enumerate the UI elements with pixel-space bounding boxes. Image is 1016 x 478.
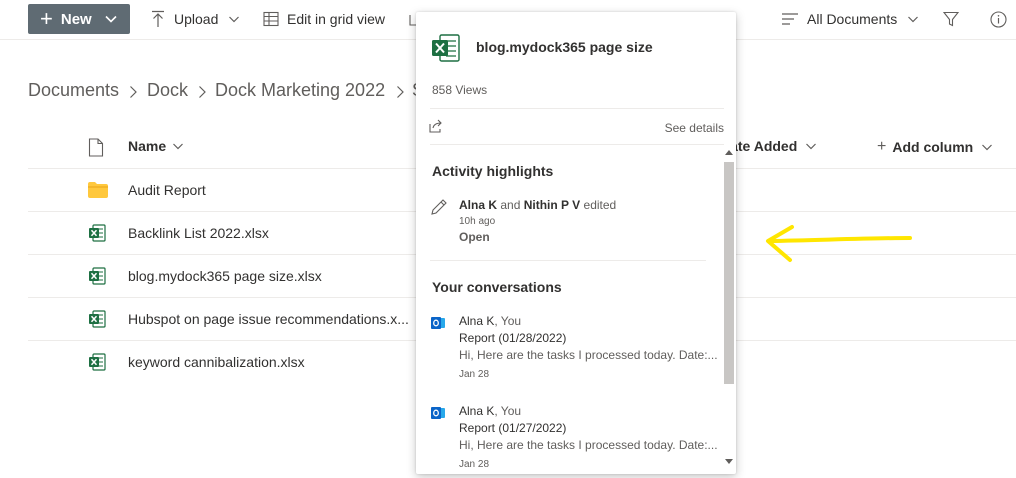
activity-highlights-heading: Activity highlights	[432, 163, 554, 179]
info-button[interactable]	[990, 0, 1015, 38]
add-column-label: Add column	[892, 139, 974, 155]
excel-icon	[89, 310, 106, 328]
conversation-subject: Report (01/27/2022)	[459, 421, 567, 435]
chevron-down-icon	[982, 144, 993, 151]
chevron-down-icon	[229, 16, 240, 23]
chevron-down-icon	[806, 143, 817, 150]
arrow-annotation-icon	[766, 225, 912, 262]
new-button[interactable]: + New	[28, 4, 130, 34]
open-link[interactable]: Open	[459, 230, 490, 244]
see-details-link[interactable]: See details	[665, 121, 724, 135]
activity-action: edited	[583, 198, 617, 212]
folder-icon	[88, 182, 108, 198]
divider	[430, 144, 724, 145]
outlook-icon	[431, 407, 445, 419]
upload-button[interactable]: Upload	[150, 0, 240, 38]
edit-grid-view-button[interactable]: Edit in grid view	[263, 0, 385, 38]
upload-label: Upload	[174, 11, 219, 27]
activity-summary: Alna K and Nithin P V edited	[459, 198, 616, 212]
edit-grid-view-label: Edit in grid view	[287, 11, 386, 27]
row-name[interactable]: Hubspot on page issue recommendations.x.…	[128, 311, 409, 327]
divider	[430, 108, 724, 109]
participant-rest: , You	[494, 314, 522, 328]
scrollbar[interactable]	[722, 146, 734, 468]
row-name[interactable]: blog.mydock365 page size.xlsx	[128, 268, 322, 284]
view-selector-label: All Documents	[807, 11, 898, 27]
divider	[430, 260, 706, 261]
row-name[interactable]: keyword cannibalization.xlsx	[128, 354, 305, 370]
chevron-right-icon	[397, 86, 404, 98]
row-name[interactable]: Backlink List 2022.xlsx	[128, 225, 269, 241]
participant-rest: , You	[494, 404, 522, 418]
conversation-preview: Hi, Here are the tasks I processed today…	[459, 438, 718, 452]
file-hover-card: blog.mydock365 page size 858 Views See d…	[416, 12, 736, 474]
filter-button[interactable]	[943, 0, 967, 38]
views-count: 858 Views	[432, 83, 488, 97]
scroll-down-icon[interactable]	[724, 458, 734, 466]
column-header-name[interactable]: Name	[128, 138, 184, 154]
outlook-icon	[431, 317, 445, 329]
conversation-preview: Hi, Here are the tasks I processed today…	[459, 348, 718, 362]
conversation-participants: Alna K, You	[459, 404, 521, 418]
participant-name: Alna K	[459, 314, 495, 328]
activity-time: 10h ago	[459, 216, 496, 227]
breadcrumb-item-dock-marketing-2022[interactable]: Dock Marketing 2022	[215, 80, 385, 101]
excel-icon	[89, 267, 106, 285]
excel-icon	[89, 353, 106, 371]
scroll-up-icon[interactable]	[724, 148, 734, 156]
excel-icon	[432, 34, 460, 62]
view-selector[interactable]: All Documents	[781, 0, 919, 38]
chevron-right-icon	[130, 86, 137, 98]
conversation-date: Jan 28	[459, 459, 490, 470]
activity-and: and	[500, 198, 521, 212]
list-view-icon	[782, 13, 798, 25]
conversation-participants: Alna K, You	[459, 314, 521, 328]
conversation-subject: Report (01/28/2022)	[459, 331, 567, 345]
breadcrumb-item-documents[interactable]: Documents	[28, 80, 119, 101]
row-name[interactable]: Audit Report	[128, 182, 206, 198]
grid-icon	[263, 11, 279, 27]
activity-user-2: Nithin P V	[523, 198, 581, 212]
column-header-name-label: Name	[128, 138, 167, 154]
scrollbar-thumb[interactable]	[724, 162, 734, 384]
chevron-right-icon	[199, 86, 206, 98]
activity-user-1: Alna K	[459, 198, 498, 212]
your-conversations-heading: Your conversations	[432, 279, 562, 295]
chevron-down-icon	[173, 143, 184, 150]
new-button-label: New	[60, 10, 92, 28]
participant-name: Alna K	[459, 404, 495, 418]
pencil-icon	[431, 199, 447, 215]
conversation-date: Jan 28	[459, 369, 490, 380]
breadcrumb-item-dock[interactable]: Dock	[147, 80, 188, 101]
plus-icon: +	[40, 6, 53, 31]
share-icon[interactable]	[428, 118, 444, 134]
excel-icon	[89, 224, 106, 242]
filter-icon	[943, 11, 959, 27]
chevron-down-icon	[105, 15, 117, 23]
upload-icon	[152, 10, 164, 27]
add-column-button[interactable]: + Add column	[877, 138, 993, 156]
info-icon	[990, 10, 1007, 28]
plus-icon: +	[877, 138, 887, 155]
file-type-icon	[88, 138, 104, 157]
chevron-down-icon	[908, 16, 919, 23]
hover-card-title[interactable]: blog.mydock365 page size	[476, 39, 653, 55]
